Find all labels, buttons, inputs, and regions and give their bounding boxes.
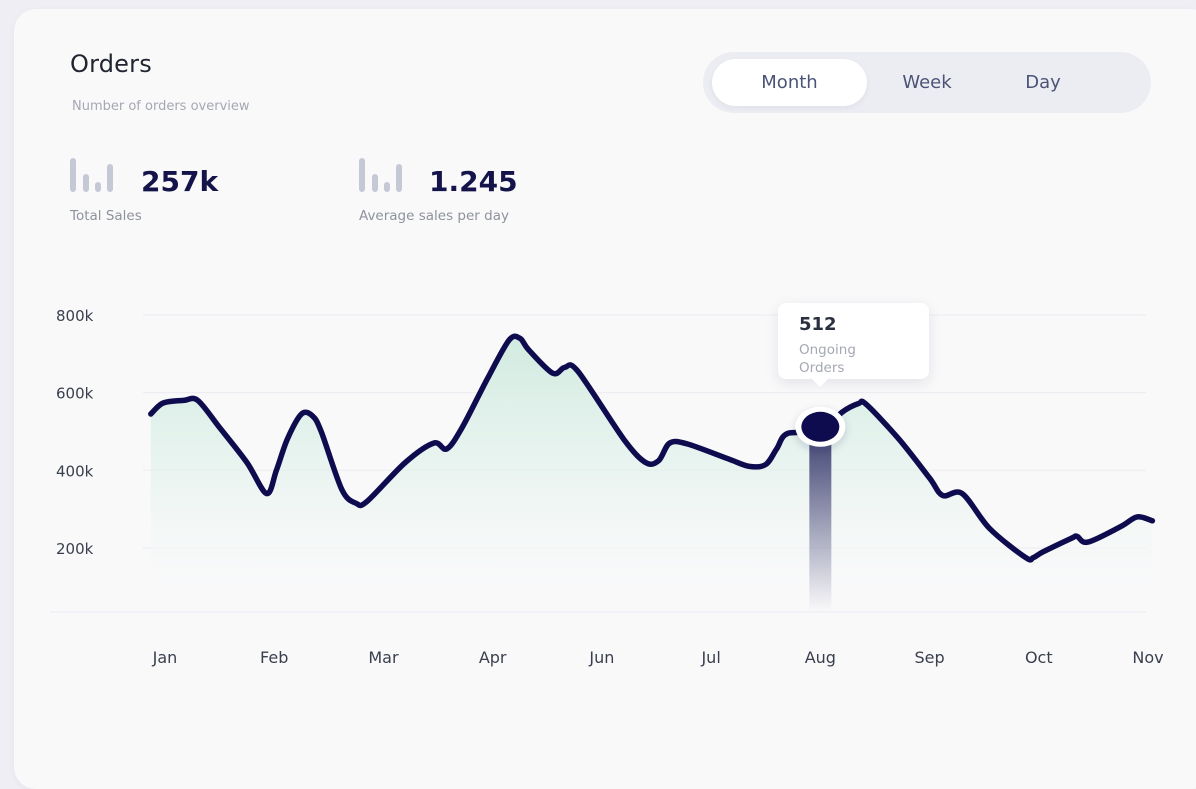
x-tick-label: Jun — [588, 648, 614, 667]
y-tick-label: 400k — [56, 462, 94, 480]
orders-chart: 800k 600k 400k 200k Jan Feb Mar Apr Jun Jul Aug Sep… — [50, 307, 1164, 667]
x-tick-label: Sep — [914, 648, 944, 667]
x-tick-label: Jan — [152, 648, 178, 667]
x-tick-label: Feb — [260, 648, 288, 667]
x-tick-label: Mar — [368, 648, 399, 667]
x-tick-label: Aug — [805, 648, 836, 667]
x-tick-label: Oct — [1025, 648, 1053, 667]
series-area — [150, 336, 1153, 582]
highlight-column — [809, 426, 832, 612]
x-tick-label: Apr — [479, 648, 507, 667]
tooltip-label: Ongoing Orders — [799, 342, 856, 376]
tooltip-value: 512 — [799, 314, 837, 335]
y-tick-label: 800k — [56, 307, 94, 325]
x-tick-label: Jul — [700, 648, 720, 667]
chart-tooltip: 512 Ongoing Orders — [778, 303, 929, 387]
y-tick-label: 600k — [56, 385, 94, 403]
highlight-marker[interactable] — [801, 411, 840, 442]
x-tick-label: Nov — [1132, 648, 1163, 667]
y-tick-label: 200k — [56, 540, 94, 558]
